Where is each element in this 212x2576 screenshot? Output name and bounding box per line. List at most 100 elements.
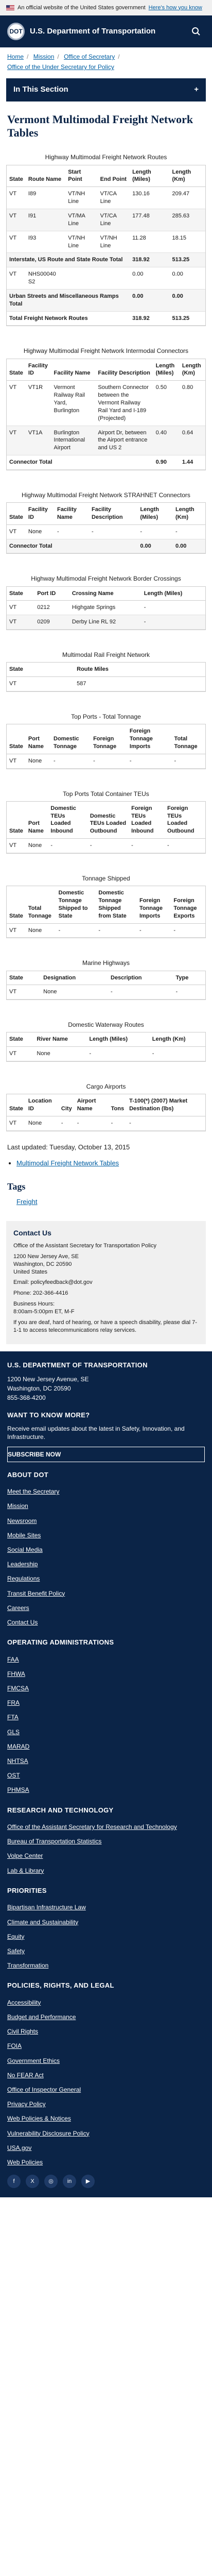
facebook-icon[interactable]: f — [7, 2175, 21, 2189]
contact-email[interactable]: Email: policyfeedback@dot.gov — [13, 1279, 199, 1286]
table-title: Highway Multimodal Freight Network STRAH… — [22, 491, 190, 499]
footer-ops-link[interactable]: GLS — [7, 1725, 205, 1739]
footer-policies-link[interactable]: Civil Rights — [7, 2024, 205, 2039]
linkedin-icon[interactable]: in — [63, 2175, 76, 2189]
total-row: Connector Total 0.90 1.44 — [7, 455, 205, 470]
dot-seal-icon: DOT — [7, 23, 25, 40]
priorities-heading: PRIORITIES — [7, 1886, 47, 1894]
site-header: DOT U.S. Department of Transportation — [0, 15, 212, 47]
brand[interactable]: DOT U.S. Department of Transportation — [7, 23, 155, 40]
ports-tonnage-table: State Port Name Domestic Tonnage Foreign To… — [6, 724, 206, 769]
total-row: Total Freight Network Routes 318.92 513.25 — [7, 311, 205, 326]
footer-about-link[interactable]: Newsroom — [7, 1514, 205, 1528]
strahnet-connectors-table: State Facility ID Facility Name Facility De… — [6, 502, 206, 554]
footer-about-link[interactable]: Social Media — [7, 1543, 205, 1557]
footer-policies-link[interactable]: No FEAR Act — [7, 2068, 205, 2082]
newsletter-text: Receive email updates about the latest i… — [7, 1425, 185, 1441]
footer-ops-link[interactable]: FAA — [7, 1652, 205, 1667]
footer-policies-link[interactable]: Accessibility — [7, 1995, 205, 2010]
footer-policies-link[interactable]: Office of Inspector General — [7, 2082, 205, 2097]
freight-routes-table: State Route Name Start Point End Point L… — [6, 164, 206, 327]
footer-ops-link[interactable]: FMCSA — [7, 1681, 205, 1696]
col-header: State — [7, 165, 26, 188]
footer-priorities-link[interactable]: Transformation — [7, 1958, 205, 1973]
table-row: VT None - - — [7, 1046, 205, 1062]
footer-policies-link[interactable]: Government Ethics — [7, 2054, 205, 2068]
in-this-section-label: In This Section — [13, 85, 68, 94]
x-icon[interactable]: X — [26, 2175, 39, 2189]
table-row: VT I91 VT/MA Line VT/CA Line 177.48 285.63 — [7, 209, 205, 231]
breadcrumb-mission[interactable]: Mission — [33, 53, 55, 60]
table-title: Highway Multimodal Freight Network Borde… — [31, 575, 181, 583]
table-row: VT None - - - - — [7, 524, 205, 539]
footer-agency: U.S. DEPARTMENT OF TRANSPORTATION — [7, 1361, 148, 1369]
footer-ops-link[interactable]: OST — [7, 1768, 205, 1783]
footer-priorities-link[interactable]: Equity — [7, 1929, 205, 1944]
total-row: Connector Total 0.00 0.00 — [7, 539, 205, 554]
footer-policies-link[interactable]: Web Policies & Notices — [7, 2111, 205, 2126]
col-header: Length (Miles) — [130, 165, 170, 188]
table-title: Domestic Waterway Routes — [68, 1021, 144, 1029]
footer-about-link[interactable]: Contact Us — [7, 1615, 205, 1630]
table-row: VT NHS00040 S2 0.00 0.00 — [7, 267, 205, 290]
footer-ops-link[interactable]: MARAD — [7, 1739, 205, 1754]
footer-about-link[interactable]: Regulations — [7, 1571, 205, 1586]
footer-research-link[interactable]: Lab & Library — [7, 1863, 205, 1878]
footer-about-link[interactable]: Leadership — [7, 1557, 205, 1571]
footer-about-link[interactable]: Careers — [7, 1601, 205, 1615]
rail-network-table: State Route Miles VT 587 — [6, 662, 206, 692]
footer-about-link[interactable]: Meet the Secretary — [7, 1484, 205, 1499]
col-header: End Point — [97, 165, 130, 188]
footer-research-link[interactable]: Bureau of Transportation Statistics — [7, 1834, 205, 1849]
footer-priorities-link[interactable]: Bipartisan Infrastructure Law — [7, 1900, 205, 1914]
related-link[interactable]: Multimodal Freight Network Tables — [16, 1159, 119, 1167]
waterway-routes-table: State River Name Length (Miles) Length (Km)… — [6, 1032, 206, 1062]
footer-policies-link[interactable]: Vulnerability Disclosure Policy — [7, 2126, 205, 2141]
breadcrumb: Home / Mission / Office of Secretary / — [7, 53, 120, 60]
footer-research-link[interactable]: Office of the Assistant Secretary for Re… — [7, 1820, 205, 1834]
table-title: Tonnage Shipped — [82, 875, 130, 882]
breadcrumb-office[interactable]: Office of Secretary — [64, 53, 115, 60]
footer-ops-link[interactable]: PHMSA — [7, 1783, 205, 1797]
table-row: VT None - - - - — [7, 838, 205, 853]
col-header: Route Name — [25, 165, 66, 188]
footer-research-link[interactable]: Volpe Center — [7, 1849, 205, 1863]
footer-policies-link[interactable]: FOIA — [7, 2039, 205, 2053]
footer-policies-link[interactable]: USA.gov — [7, 2141, 205, 2155]
footer-about-link[interactable]: Mission — [7, 1499, 205, 1513]
total-row: Interstate, US Route and State Route Tot… — [7, 252, 205, 268]
col-header: Start Point — [65, 165, 98, 188]
gov-banner: An official website of the United States… — [0, 0, 212, 15]
footer-ops-link[interactable]: FHWA — [7, 1667, 205, 1681]
footer-priorities-link[interactable]: Climate and Sustainability — [7, 1915, 205, 1929]
table-row: VT None - - - - — [7, 754, 205, 769]
policies-heading: POLICIES, RIGHTS, AND LEGAL — [7, 1981, 114, 1990]
total-row: Urban Streets and Miscellaneous Ramps To… — [7, 289, 205, 312]
footer-policies-link[interactable]: Web Policies — [7, 2155, 205, 2170]
breadcrumb-home[interactable]: Home — [7, 53, 24, 60]
instagram-icon[interactable]: ◎ — [44, 2175, 58, 2189]
last-updated: Last updated: Tuesday, October 13, 2015 — [7, 1143, 130, 1151]
youtube-icon[interactable]: ▶ — [81, 2175, 95, 2189]
footer-ops-link[interactable]: FRA — [7, 1696, 205, 1710]
page-title: Vermont Multimodal Freight Network Table… — [7, 112, 193, 140]
ports-teus-table: State Port Name Domestic TEUs Loaded Inbou… — [6, 801, 206, 854]
footer-about-link[interactable]: Mobile Sites — [7, 1528, 205, 1543]
in-this-section-toggle[interactable]: In This Section + — [6, 78, 206, 101]
contact-org: Office of the Assistant Secretary for Tr… — [13, 1243, 156, 1249]
plus-icon: + — [194, 85, 199, 94]
footer-ops-link[interactable]: NHTSA — [7, 1754, 205, 1768]
tonnage-shipped-table: State Total Tonnage Domestic Tonnage Shipp… — [6, 886, 206, 939]
footer-policies-link[interactable]: Privacy Policy — [7, 2097, 205, 2111]
subscribe-button[interactable]: SUBSCRIBE NOW — [7, 1446, 205, 1462]
table-title: Multimodal Rail Freight Network — [62, 651, 150, 659]
banner-link[interactable]: Here's how you know — [149, 4, 202, 12]
footer-about-link[interactable]: Transit Benefit Policy — [7, 1586, 205, 1601]
search-button[interactable] — [187, 23, 205, 40]
footer-policies-link[interactable]: Budget and Performance — [7, 2010, 205, 2024]
breadcrumb-under-secretary[interactable]: Office of the Under Secretary for Policy — [7, 63, 114, 71]
tag-link[interactable]: Freight — [7, 1198, 37, 1206]
footer-ops-link[interactable]: FTA — [7, 1710, 205, 1724]
footer-priorities-link[interactable]: Safety — [7, 1944, 205, 1958]
table-row: VT 0212 Highgate Springs - — [7, 600, 205, 616]
